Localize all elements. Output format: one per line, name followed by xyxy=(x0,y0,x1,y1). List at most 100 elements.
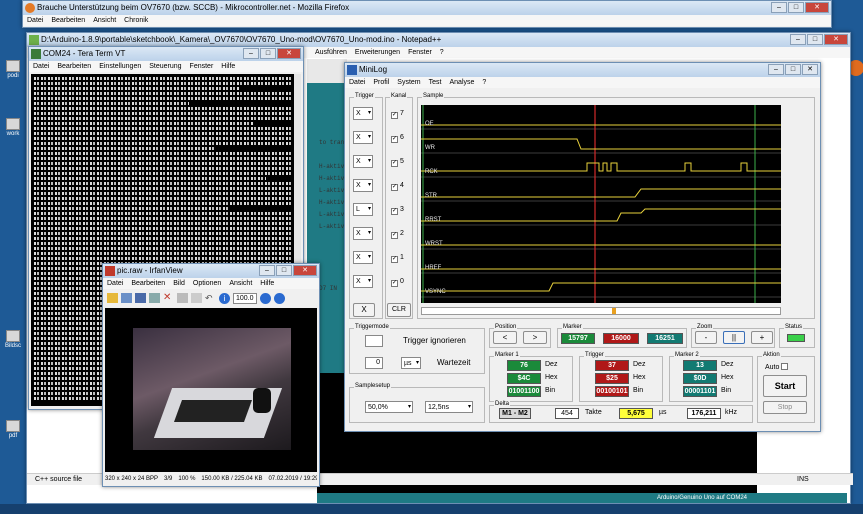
menu-ausfuehren[interactable]: Ausführen xyxy=(315,47,347,58)
trigger-select-7[interactable]: X xyxy=(353,107,373,120)
menu-erweiterungen[interactable]: Erweiterungen xyxy=(355,47,400,58)
firefox-titlebar[interactable]: Brauche Unterstützung beim OV7670 (bzw. … xyxy=(23,1,831,15)
trigger-hex: $25 xyxy=(595,373,629,384)
menu-test[interactable]: Test xyxy=(429,77,442,88)
menu-system[interactable]: System xyxy=(397,77,420,88)
open-folder-icon[interactable] xyxy=(107,293,118,303)
minimize-icon[interactable]: – xyxy=(243,48,259,59)
delta-us: 5,675 xyxy=(619,408,653,419)
sample-scrollbar[interactable] xyxy=(421,307,781,315)
menu-fenster[interactable]: Fenster xyxy=(190,61,214,72)
minimize-icon[interactable]: – xyxy=(768,64,784,75)
auto-checkbox[interactable]: Auto xyxy=(765,363,790,371)
wait-unit-select[interactable]: µs xyxy=(401,357,421,369)
irfanview-titlebar[interactable]: pic.raw - IrfanView – □ ✕ xyxy=(103,264,319,278)
delete-icon[interactable]: ✕ xyxy=(163,293,174,303)
trigger-select-5[interactable]: X xyxy=(353,155,373,168)
menu-datei[interactable]: Datei xyxy=(349,77,365,88)
trigger-reset-button[interactable]: X xyxy=(353,303,375,317)
menu-einstellungen[interactable]: Einstellungen xyxy=(99,61,141,72)
close-icon[interactable]: ✕ xyxy=(805,2,829,13)
clear-button[interactable]: CLR xyxy=(387,303,411,317)
info-icon[interactable]: i xyxy=(219,292,230,304)
desktop-icon[interactable]: Bildsc xyxy=(2,330,24,349)
scroll-thumb[interactable] xyxy=(612,308,616,314)
minimize-icon[interactable]: – xyxy=(771,2,787,13)
maximize-icon[interactable]: □ xyxy=(788,2,804,13)
pdf-icon xyxy=(6,420,20,432)
channel-checkbox-3[interactable]: ✓ 3 xyxy=(391,206,404,215)
channel-checkbox-5[interactable]: ✓ 5 xyxy=(391,158,404,167)
zoom-field[interactable]: 100.0 xyxy=(233,292,257,304)
sample-time-select[interactable]: 12,5ns xyxy=(425,401,473,413)
trigger-select-3[interactable]: L xyxy=(353,203,373,216)
copy-icon[interactable] xyxy=(177,293,188,303)
menu-ansicht[interactable]: Ansicht xyxy=(229,278,252,289)
channel-checkbox-1[interactable]: ✓ 1 xyxy=(391,254,404,263)
position-next-button[interactable]: > xyxy=(523,331,547,344)
menu-hilfe[interactable]: Hilfe xyxy=(260,278,274,289)
menu-help[interactable]: ? xyxy=(482,77,486,88)
menu-bearbeiten[interactable]: Bearbeiten xyxy=(51,15,85,26)
zoom-out-button[interactable]: - xyxy=(695,331,717,344)
menu-fenster[interactable]: Fenster xyxy=(408,47,432,58)
menu-help[interactable]: ? xyxy=(440,47,444,58)
desktop-icon[interactable]: work xyxy=(2,118,24,137)
trigger-select-1[interactable]: X xyxy=(353,251,373,264)
menu-datei[interactable]: Datei xyxy=(27,15,43,26)
menu-chronik[interactable]: Chronik xyxy=(124,15,148,26)
zoom-out-icon[interactable] xyxy=(274,292,285,304)
teraterm-titlebar[interactable]: COM24 - Tera Term VT – □ ✕ xyxy=(29,47,303,61)
start-button[interactable]: Start xyxy=(763,375,807,397)
desktop-icon[interactable]: podi xyxy=(2,60,24,79)
menu-bild[interactable]: Bild xyxy=(173,278,185,289)
wait-input[interactable]: 0 xyxy=(365,357,383,369)
maximize-icon[interactable]: □ xyxy=(807,34,823,45)
trigger-select-2[interactable]: X xyxy=(353,227,373,240)
trigger-select-0[interactable]: X xyxy=(353,275,373,288)
paste-icon[interactable] xyxy=(191,293,202,303)
menu-analyse[interactable]: Analyse xyxy=(449,77,474,88)
maximize-icon[interactable]: □ xyxy=(785,64,801,75)
minilog-titlebar[interactable]: MiniLog – □ ✕ xyxy=(345,63,820,77)
desktop-icon[interactable]: pdf xyxy=(2,420,24,439)
channel-checkbox-0[interactable]: ✓ 0 xyxy=(391,278,404,287)
trigger-select-6[interactable]: X xyxy=(353,131,373,144)
close-icon[interactable]: ✕ xyxy=(293,265,317,276)
sample-percent-select[interactable]: 50,0% xyxy=(365,401,413,413)
close-icon[interactable]: ✕ xyxy=(277,48,301,59)
save-icon[interactable] xyxy=(135,293,146,303)
channel-checkbox-6[interactable]: ✓ 6 xyxy=(391,134,404,143)
menu-hilfe[interactable]: Hilfe xyxy=(221,61,235,72)
menu-optionen[interactable]: Optionen xyxy=(193,278,221,289)
slideshow-icon[interactable] xyxy=(121,293,132,303)
zoom-in-icon[interactable] xyxy=(260,292,271,304)
minimize-icon[interactable]: – xyxy=(790,34,806,45)
menu-profil[interactable]: Profil xyxy=(373,77,389,88)
notepad-titlebar[interactable]: D:\Arduino-1.8.9\portable\sketchbook\_Ka… xyxy=(27,33,850,47)
maximize-icon[interactable]: □ xyxy=(260,48,276,59)
minimize-icon[interactable]: – xyxy=(259,265,275,276)
signal-label-wrst: WRST xyxy=(425,241,443,247)
channel-checkbox-7[interactable]: ✓ 7 xyxy=(391,110,404,119)
zoom-in-button[interactable]: + xyxy=(751,331,773,344)
menu-datei[interactable]: Datei xyxy=(107,278,123,289)
menu-ansicht[interactable]: Ansicht xyxy=(93,15,116,26)
print-icon[interactable] xyxy=(149,293,160,303)
maximize-icon[interactable]: □ xyxy=(276,265,292,276)
undo-icon[interactable]: ↶ xyxy=(205,293,216,303)
zoom-pause-button[interactable]: || xyxy=(723,331,745,344)
logic-analyzer-display[interactable] xyxy=(421,105,781,303)
stop-button[interactable]: Stop xyxy=(763,401,807,414)
menu-steuerung[interactable]: Steuerung xyxy=(149,61,181,72)
menu-bearbeiten[interactable]: Bearbeiten xyxy=(57,61,91,72)
trigger-select-4[interactable]: X xyxy=(353,179,373,192)
position-prev-button[interactable]: < xyxy=(493,331,517,344)
menu-bearbeiten[interactable]: Bearbeiten xyxy=(131,278,165,289)
channel-checkbox-2[interactable]: ✓ 2 xyxy=(391,230,404,239)
trigger-ignore-toggle[interactable] xyxy=(365,335,383,347)
channel-checkbox-4[interactable]: ✓ 4 xyxy=(391,182,404,191)
close-icon[interactable]: ✕ xyxy=(824,34,848,45)
menu-datei[interactable]: Datei xyxy=(33,61,49,72)
close-icon[interactable]: ✕ xyxy=(802,64,818,75)
